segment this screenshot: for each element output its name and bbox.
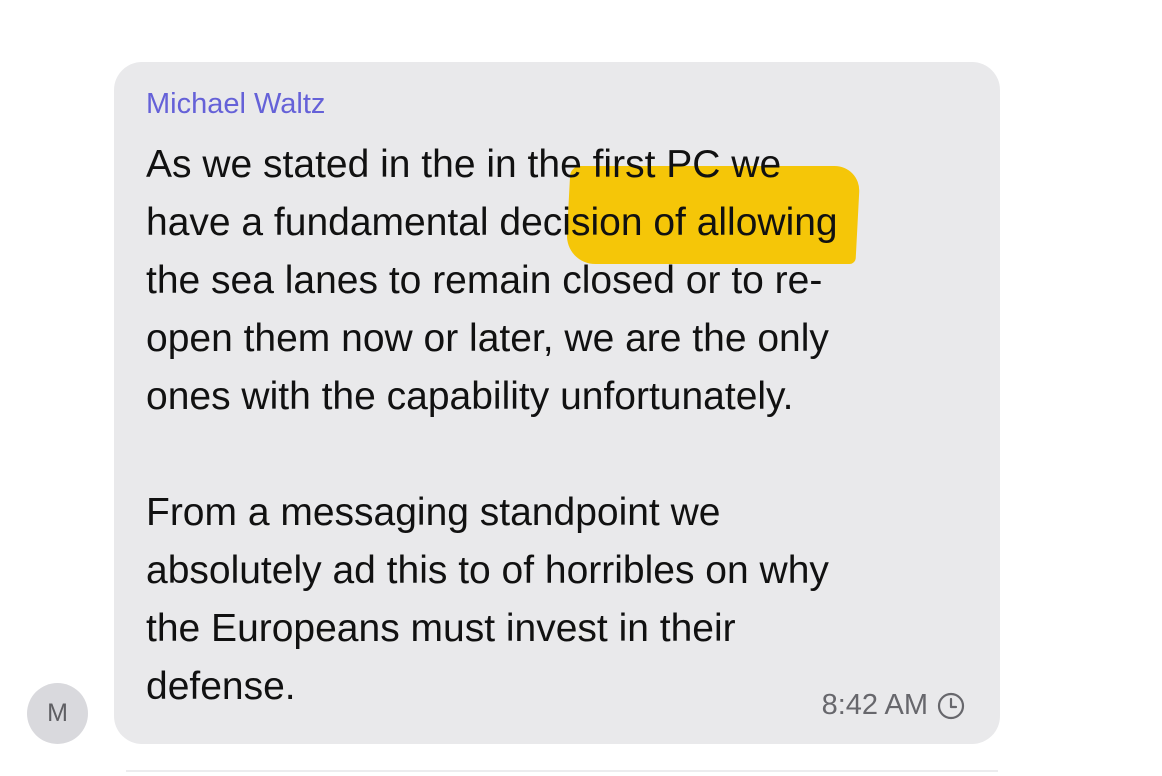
message-line-1: As we stated in the in the first PC we [146,136,966,194]
message-bubble[interactable]: Michael Waltz As we stated in the in the… [114,62,1000,744]
message-body: As we stated in the in the first PC we h… [146,136,966,716]
highlighted-text: in the first PC [486,143,721,186]
message-line-6: From a messaging standpoint we [146,491,721,534]
message-line-2: have a fundamental decision of allowing [146,201,838,244]
bottom-divider [126,770,998,772]
message-line-8: the Europeans must invest in their [146,607,736,650]
avatar[interactable]: M [27,683,88,744]
clock-icon [936,691,966,721]
message-line-3: the sea lanes to remain closed or to re- [146,259,823,302]
message-line-7: absolutely ad this to of horribles on wh… [146,549,829,592]
message-timestamp: 8:42 AM [822,689,966,722]
message-line-1-start: As we stated in the [146,143,487,186]
message-line-1-end: we [720,143,782,186]
message-line-4: open them now or later, we are the only [146,317,829,360]
sender-name[interactable]: Michael Waltz [146,88,325,121]
timestamp-text: 8:42 AM [821,689,928,721]
message-line-5: ones with the capability unfortunately. [146,375,794,418]
